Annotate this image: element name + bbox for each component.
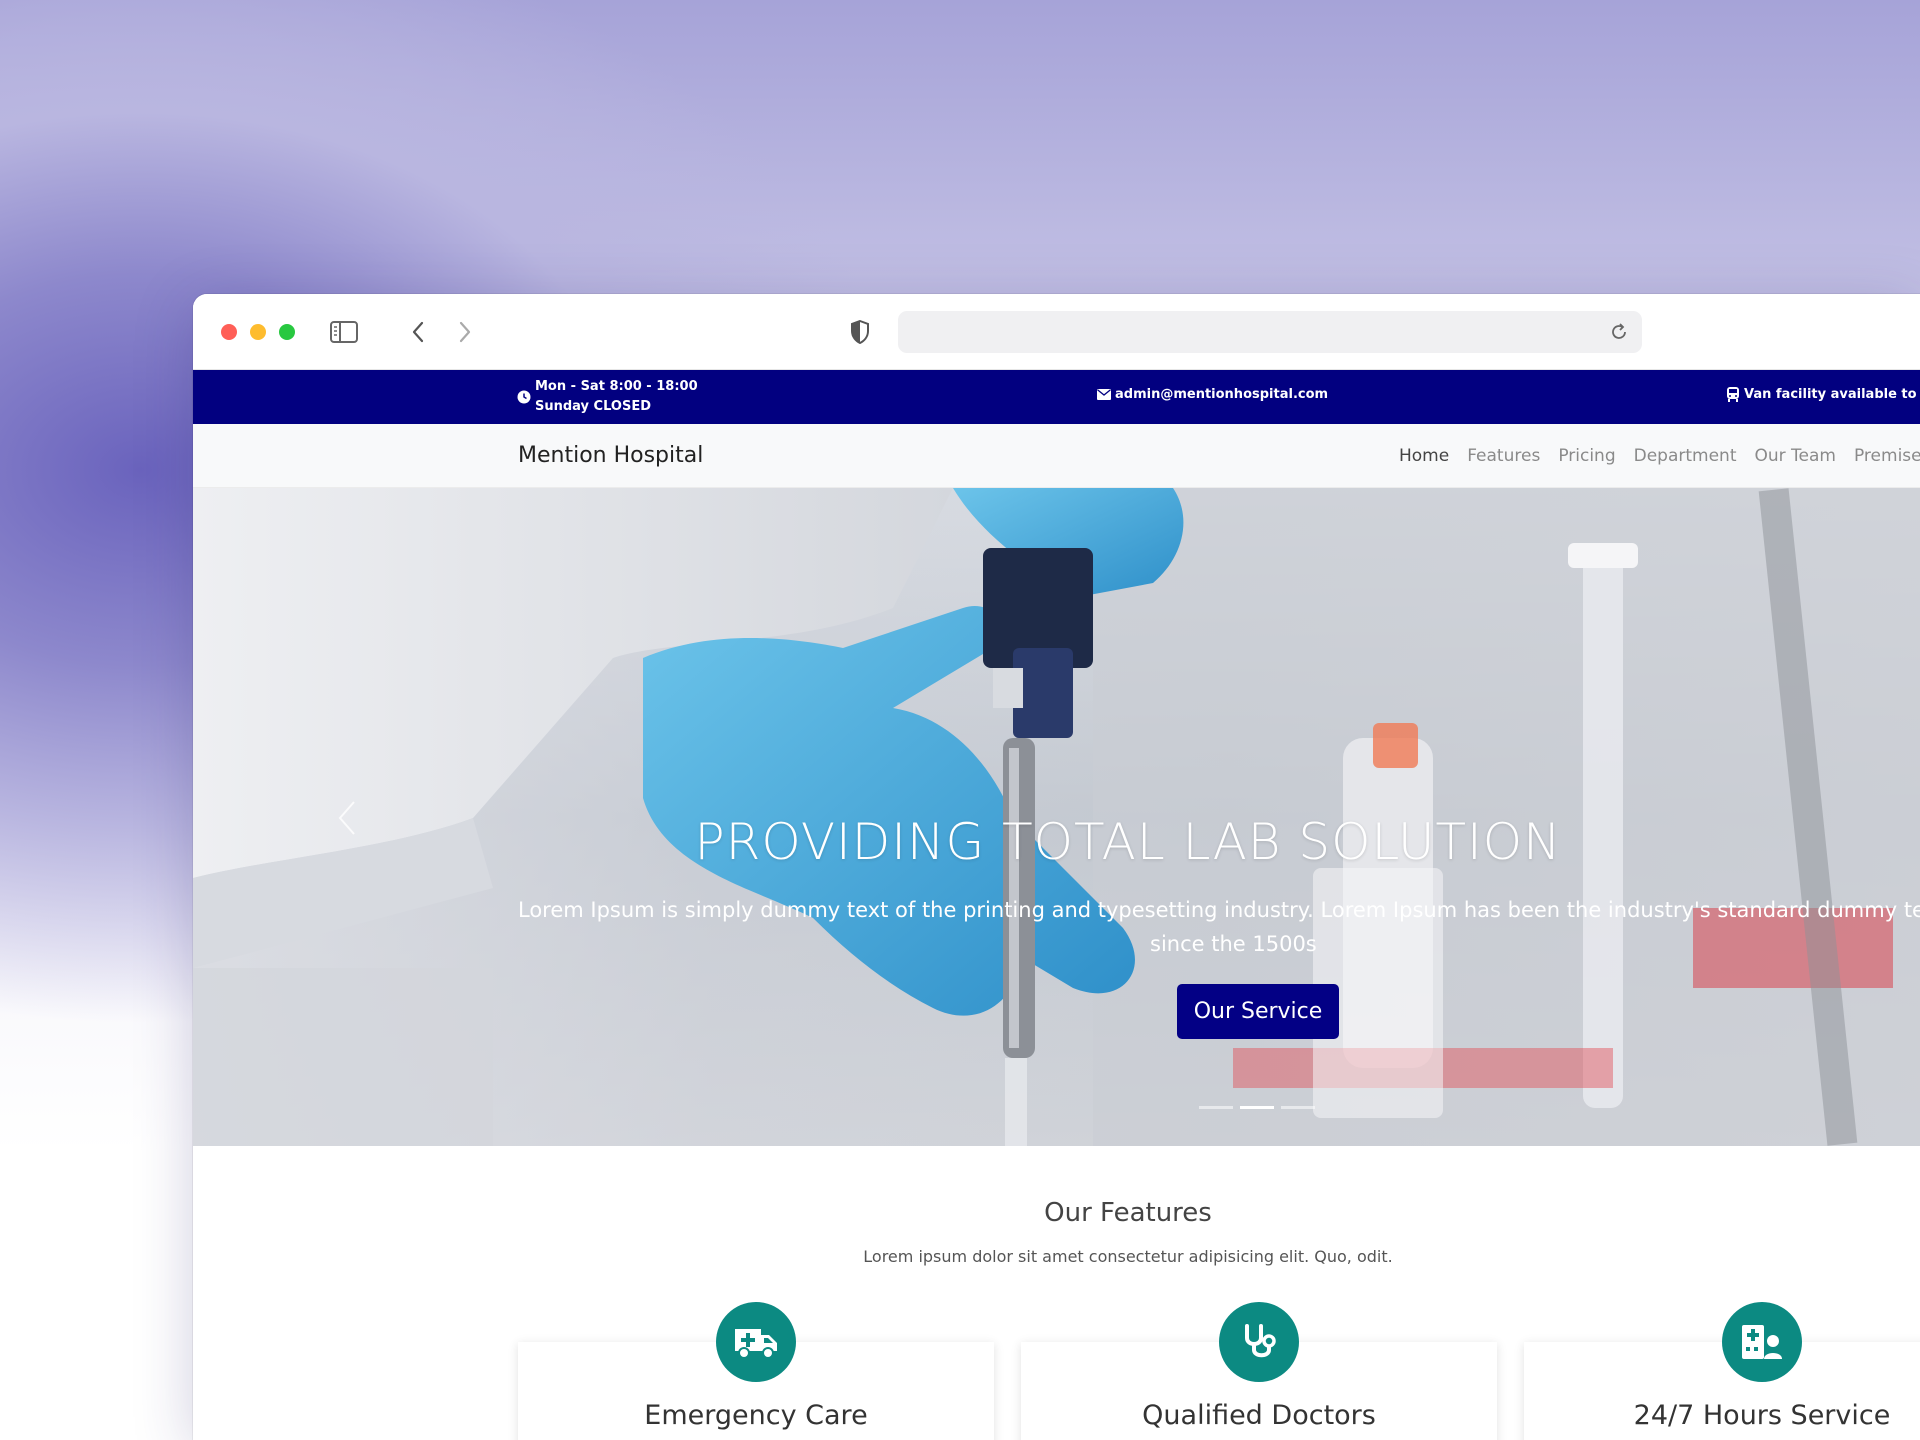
shield-icon[interactable] xyxy=(845,318,875,346)
brand-logo[interactable]: Mention Hospital xyxy=(518,443,703,468)
nav-home[interactable]: Home xyxy=(1399,446,1449,466)
carousel-indicator-3[interactable] xyxy=(1281,1106,1315,1109)
nav-our-team[interactable]: Our Team xyxy=(1755,446,1836,466)
nav-pricing[interactable]: Pricing xyxy=(1558,446,1615,466)
stethoscope-icon xyxy=(1219,1302,1299,1382)
our-service-button[interactable]: Our Service xyxy=(1177,984,1339,1039)
browser-toolbar xyxy=(193,294,1920,370)
feature-label-doctors: Qualified Doctors xyxy=(1142,1400,1376,1431)
carousel-indicators xyxy=(1199,1106,1315,1109)
nav-department[interactable]: Department xyxy=(1634,446,1737,466)
back-arrow-icon[interactable] xyxy=(403,318,433,346)
top-info-bar: Mon - Sat 8:00 - 18:00 Sunday CLOSED adm… xyxy=(193,370,1920,424)
maximize-window-button[interactable] xyxy=(279,324,295,340)
email-text: admin@mentionhospital.com xyxy=(1115,387,1329,402)
hospital-user-icon xyxy=(1722,1302,1802,1382)
sidebar-toggle-icon[interactable] xyxy=(329,318,359,346)
reload-icon[interactable] xyxy=(1608,321,1630,343)
hero-title: PROVIDING TOTAL LAB SOLUTION xyxy=(694,813,1562,871)
hero-description: Lorem Ipsum is simply dummy text of the … xyxy=(518,893,1920,961)
hero-carousel: PROVIDING TOTAL LAB SOLUTION Lorem Ipsum… xyxy=(193,488,1920,1146)
nav-menu: Home Features Pricing Department Our Tea… xyxy=(1399,446,1920,466)
browser-window: Mon - Sat 8:00 - 18:00 Sunday CLOSED adm… xyxy=(193,294,1920,1440)
van-text: Van facility available to pi xyxy=(1744,387,1920,402)
contact-email[interactable]: admin@mentionhospital.com xyxy=(1097,387,1328,402)
close-window-button[interactable] xyxy=(221,324,237,340)
address-bar[interactable] xyxy=(898,311,1642,353)
main-navbar: Mention Hospital Home Features Pricing D… xyxy=(193,424,1920,488)
minimize-window-button[interactable] xyxy=(250,324,266,340)
nav-premise[interactable]: Premise xyxy=(1854,446,1920,466)
features-subheading: Lorem ipsum dolor sit amet consectetur a… xyxy=(863,1247,1393,1266)
clock-icon xyxy=(517,390,531,404)
hero-text-line2: since the 1500s xyxy=(1150,932,1317,956)
nav-features[interactable]: Features xyxy=(1467,446,1540,466)
hours-weekdays: Mon - Sat 8:00 - 18:00 xyxy=(535,379,698,394)
bus-icon xyxy=(1727,387,1739,402)
envelope-icon xyxy=(1097,389,1111,400)
feature-label-service: 24/7 Hours Service xyxy=(1633,1400,1891,1431)
feature-label-emergency: Emergency Care xyxy=(644,1400,868,1431)
hours-sunday: Sunday CLOSED xyxy=(535,399,651,414)
opening-hours: Mon - Sat 8:00 - 18:00 Sunday CLOSED xyxy=(517,377,698,417)
carousel-indicator-1[interactable] xyxy=(1199,1106,1233,1109)
forward-arrow-icon[interactable] xyxy=(450,318,480,346)
ambulance-icon xyxy=(716,1302,796,1382)
carousel-indicator-2[interactable] xyxy=(1240,1106,1274,1109)
features-heading: Our Features xyxy=(1044,1198,1212,1228)
van-facility-notice: Van facility available to pi xyxy=(1726,387,1920,402)
hero-text-line1: Lorem Ipsum is simply dummy text of the … xyxy=(518,898,1920,922)
